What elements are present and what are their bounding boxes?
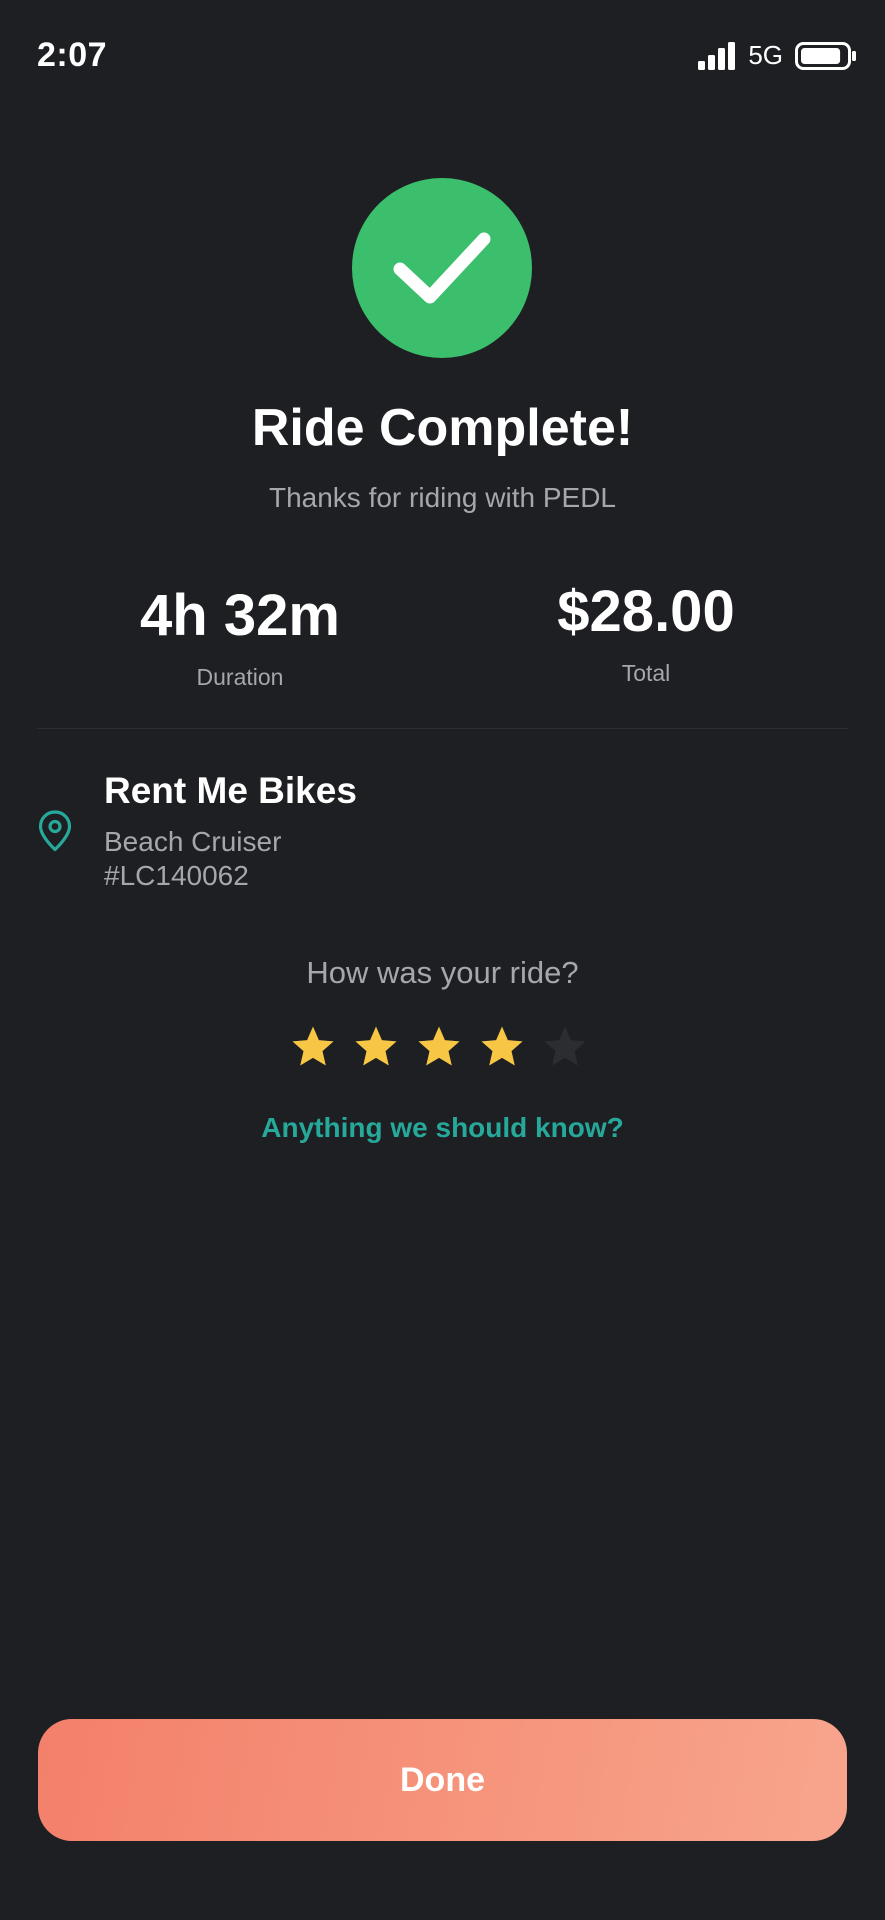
status-indicators: 5G <box>698 40 857 71</box>
duration-value: 4h 32m <box>140 583 340 648</box>
bike-id: #LC140062 <box>104 860 249 891</box>
location-pin-icon <box>38 810 72 852</box>
star-icon[interactable] <box>353 1024 399 1070</box>
done-button[interactable]: Done <box>38 1719 847 1841</box>
battery-icon <box>795 41 856 70</box>
status-time: 2:07 <box>37 36 108 74</box>
star-icon[interactable] <box>542 1024 588 1070</box>
star-icon[interactable] <box>479 1024 525 1070</box>
success-badge <box>352 178 532 358</box>
network-label: 5G <box>748 40 783 70</box>
signal-bars-icon <box>698 41 736 70</box>
page-subtitle: Thanks for riding with PEDL <box>268 482 617 513</box>
duration-label: Duration <box>196 664 284 690</box>
star-rating <box>290 1024 588 1070</box>
page-title: Ride Complete! <box>251 399 634 457</box>
star-icon[interactable] <box>290 1024 336 1070</box>
star-icon[interactable] <box>416 1024 462 1070</box>
status-bar: 2:07 5G <box>0 0 885 110</box>
bike-model: Beach Cruiser <box>104 826 282 857</box>
total-label: Total <box>621 660 671 686</box>
total-value: $28.00 <box>557 579 735 644</box>
vendor-name: Rent Me Bikes <box>104 770 357 811</box>
divider <box>37 728 848 729</box>
checkmark-icon <box>393 232 491 304</box>
rating-prompt: How was your ride? <box>306 955 579 990</box>
feedback-link[interactable]: Anything we should know? <box>0 1112 885 1144</box>
